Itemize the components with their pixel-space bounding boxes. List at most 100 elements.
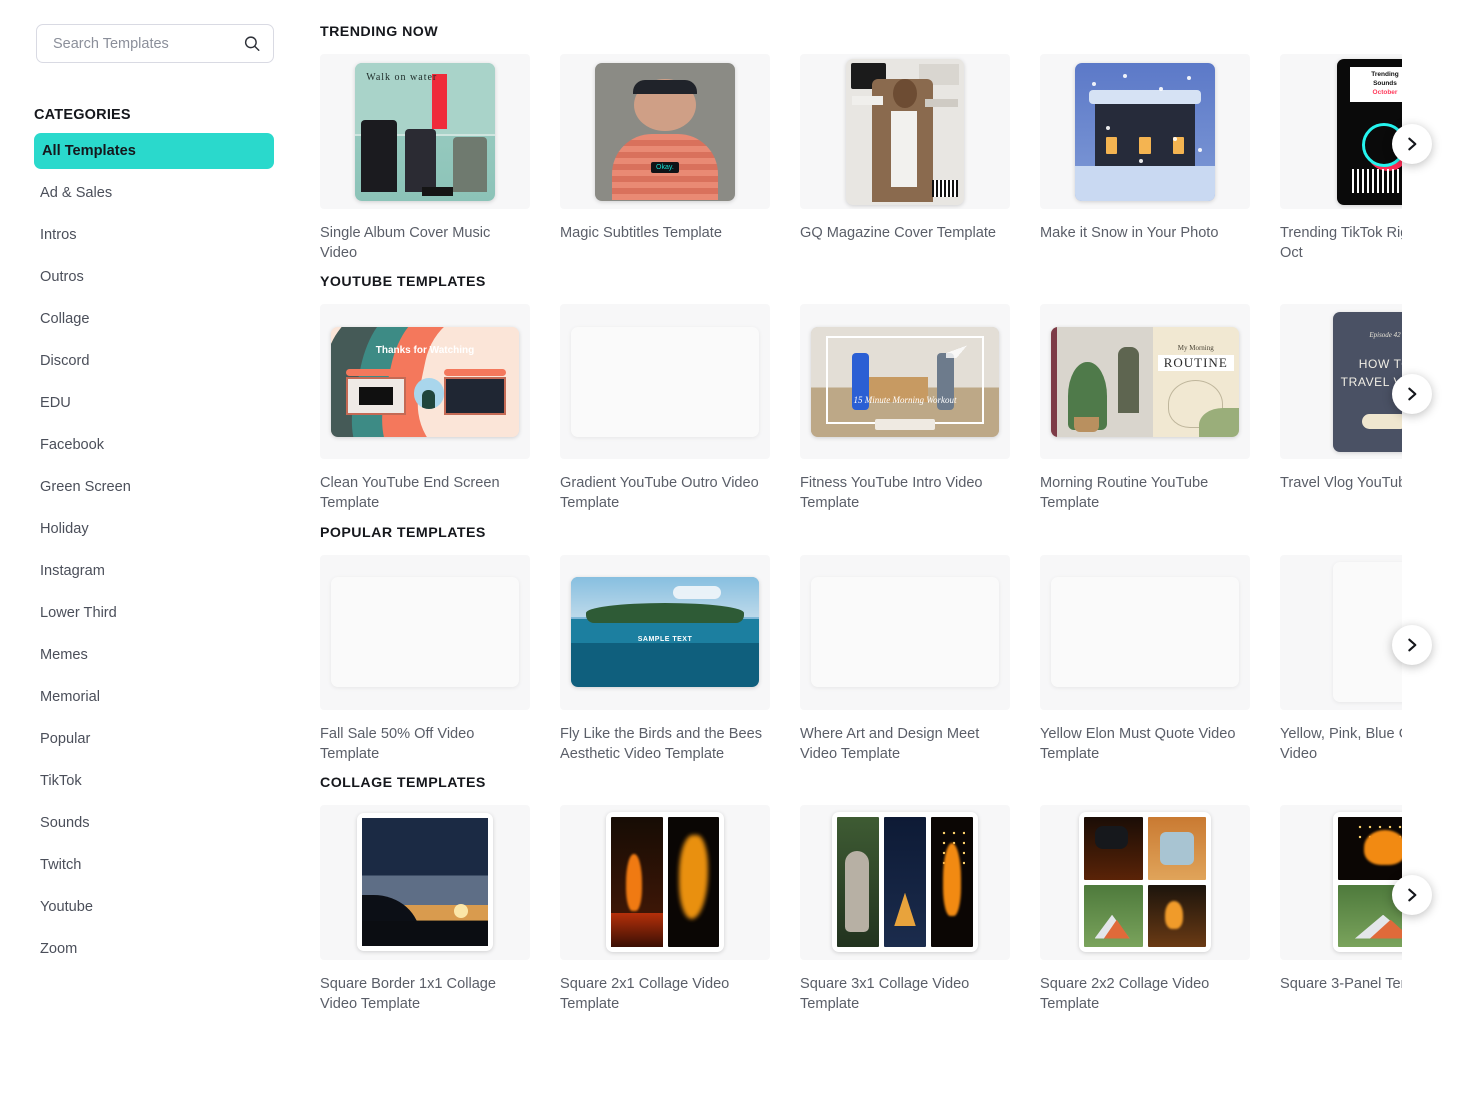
- template-thumbnail[interactable]: Walk on water: [320, 54, 530, 209]
- sidebar-item-outros[interactable]: Outros: [34, 259, 274, 295]
- section-title: POPULAR TEMPLATES: [320, 525, 1464, 541]
- subtitle-caption: Okay.: [651, 162, 679, 173]
- morning-routine-art: My Morning ROUTINE: [1051, 327, 1239, 437]
- template-thumbnail[interactable]: SAMPLE TEXT: [560, 555, 770, 710]
- sidebar-item-facebook[interactable]: Facebook: [34, 427, 274, 463]
- template-card[interactable]: Walk on water Single Album Cover Music V…: [320, 54, 530, 263]
- sidebar-item-label: Memorial: [40, 689, 100, 705]
- template-thumbnail[interactable]: [560, 304, 770, 459]
- template-thumbnail[interactable]: [1040, 555, 1250, 710]
- carousel-next-button[interactable]: [1392, 875, 1432, 915]
- template-card[interactable]: Thanks for Watching Clean YouTube End Sc…: [320, 304, 530, 513]
- chevron-right-icon: [1404, 887, 1420, 903]
- template-thumbnail[interactable]: [800, 555, 1010, 710]
- template-thumbnail[interactable]: Trending Sounds October: [1280, 54, 1464, 209]
- sidebar-item-label: EDU: [40, 395, 71, 411]
- template-card-label: Square 2x1 Collage Video Template: [560, 974, 768, 1014]
- template-card[interactable]: Make it Snow in Your Photo: [1040, 54, 1250, 263]
- sidebar-item-label: Memes: [40, 647, 88, 663]
- sidebar-item-lower-third[interactable]: Lower Third: [34, 595, 274, 631]
- template-thumbnail[interactable]: [1280, 805, 1464, 960]
- template-card[interactable]: Square 2x1 Collage Video Template: [560, 805, 770, 1014]
- collage-2x2-art: [1079, 812, 1211, 952]
- section-collage-templates: COLLAGE TEMPLATES Square Border 1x1 Coll…: [320, 775, 1464, 1014]
- sidebar-item-tiktok[interactable]: TikTok: [34, 763, 274, 799]
- sidebar-item-collage[interactable]: Collage: [34, 301, 274, 337]
- template-card-label: Square Border 1x1 Collage Video Template: [320, 974, 528, 1014]
- template-thumbnail[interactable]: [320, 555, 530, 710]
- template-thumbnail[interactable]: Okay.: [560, 54, 770, 209]
- template-thumbnail[interactable]: [1040, 805, 1250, 960]
- template-thumbnail[interactable]: [800, 805, 1010, 960]
- template-card-label: Make it Snow in Your Photo: [1040, 223, 1248, 243]
- template-card[interactable]: SAMPLE TEXT Fly Like the Birds and the B…: [560, 555, 770, 764]
- categories-heading: CATEGORIES: [34, 107, 310, 123]
- template-thumbnail[interactable]: [320, 805, 530, 960]
- template-thumbnail[interactable]: Thanks for Watching: [320, 304, 530, 459]
- ocean-caption: SAMPLE TEXT: [571, 636, 759, 643]
- template-card[interactable]: 15 Minute Morning Workout Fitness YouTub…: [800, 304, 1010, 513]
- template-card[interactable]: Gradient YouTube Outro Video Template: [560, 304, 770, 513]
- template-card[interactable]: Where Art and Design Meet Video Template: [800, 555, 1010, 764]
- chevron-right-icon: [1404, 386, 1420, 402]
- sidebar-item-twitch[interactable]: Twitch: [34, 847, 274, 883]
- album-cover-art: Walk on water: [355, 63, 495, 201]
- sidebar-item-label: Twitch: [40, 857, 81, 873]
- sidebar-item-sounds[interactable]: Sounds: [34, 805, 274, 841]
- travel-title-line1: HOW TO: [1333, 357, 1437, 371]
- template-thumbnail[interactable]: [800, 54, 1010, 209]
- template-thumbnail[interactable]: [1040, 54, 1250, 209]
- search-icon[interactable]: [242, 34, 261, 53]
- sidebar-item-label: Popular: [40, 731, 90, 747]
- sidebar-item-instagram[interactable]: Instagram: [34, 553, 274, 589]
- template-card[interactable]: Fall Sale 50% Off Video Template: [320, 555, 530, 764]
- carousel-next-button[interactable]: [1392, 374, 1432, 414]
- sidebar-item-label: Sounds: [40, 815, 90, 831]
- sidebar-item-ad-and-sales[interactable]: Ad & Sales: [34, 175, 274, 211]
- template-thumbnail[interactable]: [1280, 555, 1464, 710]
- search-box[interactable]: [36, 24, 274, 63]
- sidebar-item-holiday[interactable]: Holiday: [34, 511, 274, 547]
- end-screen-title: Thanks for Watching: [331, 345, 519, 356]
- template-card-label: Yellow Elon Must Quote Video Template: [1040, 724, 1248, 764]
- template-thumbnail[interactable]: 15 Minute Morning Workout: [800, 304, 1010, 459]
- sidebar-item-intros[interactable]: Intros: [34, 217, 274, 253]
- template-card[interactable]: Square Border 1x1 Collage Video Template: [320, 805, 530, 1014]
- template-card-label: Clean YouTube End Screen Template: [320, 473, 528, 513]
- sidebar-item-green-screen[interactable]: Green Screen: [34, 469, 274, 505]
- template-thumbnail[interactable]: [560, 805, 770, 960]
- carousel-next-button[interactable]: [1392, 124, 1432, 164]
- collage-3x1-art: [832, 812, 978, 952]
- template-card-label: Fly Like the Birds and the Bees Aestheti…: [560, 724, 768, 764]
- ocean-aesthetic-art: SAMPLE TEXT: [571, 577, 759, 687]
- template-card[interactable]: My Morning ROUTINE Morning Routine YouTu…: [1040, 304, 1250, 513]
- templates-browser: CATEGORIES All Templates Ad & Sales Intr…: [0, 0, 1464, 1101]
- sidebar-item-memorial[interactable]: Memorial: [34, 679, 274, 715]
- sidebar-item-memes[interactable]: Memes: [34, 637, 274, 673]
- template-card[interactable]: Square 3x1 Collage Video Template: [800, 805, 1010, 1014]
- sidebar-item-all-templates[interactable]: All Templates: [34, 133, 274, 169]
- search-input[interactable]: [37, 25, 273, 62]
- template-card[interactable]: Trending Sounds October Trending TikTok …: [1280, 54, 1464, 263]
- section-title: YOUTUBE TEMPLATES: [320, 274, 1464, 290]
- sidebar-item-discord[interactable]: Discord: [34, 343, 274, 379]
- template-card[interactable]: GQ Magazine Cover Template: [800, 54, 1010, 263]
- sidebar-item-popular[interactable]: Popular: [34, 721, 274, 757]
- template-card[interactable]: Episode 42 HOW TO TRAVEL VLOG Travel Vlo…: [1280, 304, 1464, 513]
- sidebar-item-zoom[interactable]: Zoom: [34, 931, 274, 967]
- sidebar-item-youtube[interactable]: Youtube: [34, 889, 274, 925]
- carousel-next-button[interactable]: [1392, 625, 1432, 665]
- template-card[interactable]: Okay. Magic Subtitles Template: [560, 54, 770, 263]
- template-card[interactable]: Yellow, Pink, Blue Gradient Video: [1280, 555, 1464, 764]
- sidebar-item-label: Lower Third: [40, 605, 117, 621]
- sidebar-item-label: Green Screen: [40, 479, 131, 495]
- template-card[interactable]: Square 2x2 Collage Video Template: [1040, 805, 1250, 1014]
- template-card-label: Square 3x1 Collage Video Template: [800, 974, 1008, 1014]
- tiktok-label: Trending Sounds October: [1350, 67, 1419, 101]
- template-card[interactable]: Yellow Elon Must Quote Video Template: [1040, 555, 1250, 764]
- template-card[interactable]: Square 3-Panel Template: [1280, 805, 1464, 1014]
- template-thumbnail[interactable]: Episode 42 HOW TO TRAVEL VLOG: [1280, 304, 1464, 459]
- template-card-label: Square 2x2 Collage Video Template: [1040, 974, 1248, 1014]
- sidebar-item-edu[interactable]: EDU: [34, 385, 274, 421]
- template-thumbnail[interactable]: My Morning ROUTINE: [1040, 304, 1250, 459]
